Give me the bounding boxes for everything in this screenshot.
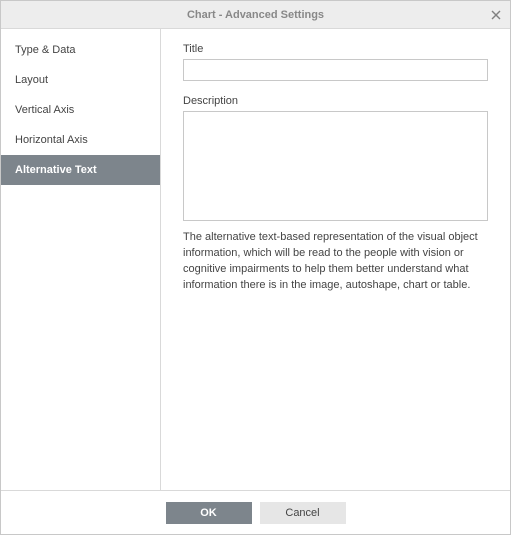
description-help-text: The alternative text-based representatio… [183,230,488,294]
close-icon [491,10,501,20]
sidebar-item-alternative-text[interactable]: Alternative Text [1,155,160,185]
sidebar-item-type-data[interactable]: Type & Data [1,35,160,65]
sidebar-item-horizontal-axis[interactable]: Horizontal Axis [1,125,160,155]
cancel-button[interactable]: Cancel [260,502,346,524]
sidebar-item-label: Type & Data [15,44,76,56]
sidebar-item-layout[interactable]: Layout [1,65,160,95]
sidebar: Type & Data Layout Vertical Axis Horizon… [1,29,161,490]
ok-button[interactable]: OK [166,502,252,524]
dialog-body: Type & Data Layout Vertical Axis Horizon… [1,29,510,490]
sidebar-item-label: Vertical Axis [15,104,74,116]
description-textarea[interactable] [183,111,488,221]
titlebar: Chart - Advanced Settings [1,1,510,29]
dialog-chart-advanced-settings: Chart - Advanced Settings Type & Data La… [0,0,511,535]
title-label: Title [183,43,488,55]
title-input[interactable] [183,59,488,81]
content-panel: Title Description The alternative text-b… [161,29,510,490]
dialog-title: Chart - Advanced Settings [1,9,510,21]
sidebar-item-vertical-axis[interactable]: Vertical Axis [1,95,160,125]
field-title: Title [183,43,488,81]
description-label: Description [183,95,488,107]
dialog-footer: OK Cancel [1,490,510,534]
sidebar-item-label: Layout [15,74,48,86]
sidebar-item-label: Alternative Text [15,164,97,176]
sidebar-item-label: Horizontal Axis [15,134,88,146]
field-description: Description The alternative text-based r… [183,95,488,294]
close-button[interactable] [482,1,510,29]
